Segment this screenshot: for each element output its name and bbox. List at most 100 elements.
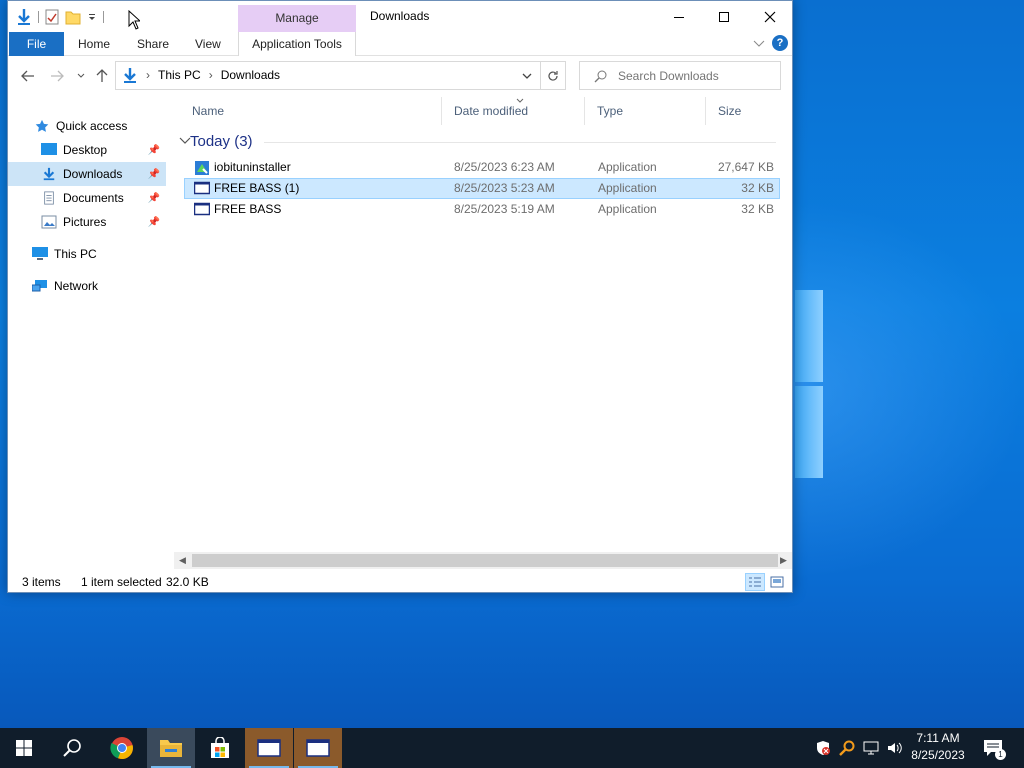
manage-tab[interactable]: Manage (238, 5, 356, 32)
sidebar-item-quick-access[interactable]: Quick access (8, 114, 166, 138)
sidebar-item-desktop[interactable]: Desktop 📌 (8, 138, 166, 162)
ribbon-tabs: File Home Share View Application Tools ? (8, 32, 792, 56)
up-button[interactable] (92, 66, 112, 86)
properties-icon[interactable] (45, 9, 59, 25)
installer-app-icon (195, 161, 209, 175)
mouse-cursor-icon (128, 10, 140, 30)
customize-toolbar-chevron-icon[interactable] (87, 12, 97, 22)
file-type: Application (598, 202, 657, 216)
pin-icon[interactable]: 📌 (148, 217, 160, 228)
details-view-button[interactable] (745, 573, 765, 591)
search-taskbar-button[interactable] (48, 728, 96, 768)
magnifier-icon (839, 740, 855, 756)
pin-icon[interactable]: 📌 (148, 169, 160, 180)
store-taskbar-button[interactable] (196, 728, 244, 768)
search-tray-button[interactable] (836, 728, 858, 768)
desktop-windows-logo (795, 290, 823, 480)
address-dropdown-chevron-icon[interactable] (522, 73, 532, 80)
breadcrumb-downloads[interactable]: Downloads (221, 62, 280, 89)
sidebar-item-label: Quick access (56, 119, 128, 133)
title-bar: Manage Downloads (8, 1, 792, 32)
file-date-modified: 8/25/2023 5:23 AM (454, 181, 555, 195)
app-window-taskbar-button-1[interactable] (245, 728, 293, 768)
sidebar-item-label: Documents (63, 191, 124, 205)
scroll-right-icon[interactable]: ▶ (775, 552, 792, 569)
chrome-taskbar-button[interactable] (98, 728, 146, 768)
refresh-icon (548, 70, 558, 81)
file-explorer-taskbar-button[interactable] (147, 728, 195, 768)
breadcrumb-separator-icon[interactable]: › (146, 62, 150, 89)
horizontal-scrollbar[interactable]: ◀ ▶ (174, 552, 792, 569)
sidebar-item-label: Pictures (63, 215, 107, 229)
tab-file[interactable]: File (9, 32, 64, 56)
tab-view[interactable]: View (195, 32, 221, 56)
file-row-free-bass[interactable]: FREE BASS 8/25/2023 5:19 AM Application … (184, 199, 780, 220)
scrollbar-thumb[interactable] (192, 554, 778, 567)
action-center-button[interactable]: 1 (980, 728, 1006, 768)
selection-count: 1 item selected (81, 575, 162, 589)
file-date-modified: 8/25/2023 5:19 AM (454, 202, 555, 216)
clock[interactable]: 7:11 AM 8/25/2023 (900, 730, 976, 766)
sidebar-item-documents[interactable]: Documents 📌 (8, 186, 166, 210)
refresh-button[interactable] (541, 61, 566, 90)
close-icon (764, 11, 776, 22)
maximize-button[interactable] (701, 1, 747, 32)
file-name: FREE BASS (1) (214, 181, 300, 195)
tab-share[interactable]: Share (137, 32, 169, 56)
column-header-date-modified[interactable]: Date modified (442, 97, 584, 125)
minimize-button[interactable] (656, 1, 702, 32)
file-row-iobituninstaller[interactable]: iobituninstaller 8/25/2023 6:23 AM Appli… (184, 157, 780, 178)
column-header-name[interactable]: Name (180, 97, 440, 125)
file-row-free-bass-1[interactable]: FREE BASS (1) 8/25/2023 5:23 AM Applicat… (184, 178, 780, 199)
details-view-icon (749, 577, 761, 587)
group-header-today[interactable]: Today (3) (190, 133, 253, 150)
back-button[interactable] (18, 66, 38, 86)
chrome-icon (110, 737, 133, 760)
column-header-size[interactable]: Size (706, 97, 786, 125)
tab-home[interactable]: Home (78, 32, 110, 56)
scroll-left-icon[interactable]: ◀ (174, 552, 191, 569)
network-tray-button[interactable] (860, 728, 882, 768)
application-window-icon (257, 739, 281, 757)
sidebar-item-downloads[interactable]: Downloads 📌 (8, 162, 166, 186)
expand-ribbon-chevron-icon[interactable] (753, 40, 765, 48)
new-folder-icon[interactable] (65, 9, 81, 25)
address-bar[interactable]: › This PC › Downloads (115, 61, 541, 90)
item-count: 3 items (22, 575, 61, 589)
search-input[interactable] (618, 67, 773, 84)
desktop-icon (41, 143, 57, 155)
network-icon (32, 280, 47, 292)
app-window-taskbar-button-2[interactable] (294, 728, 342, 768)
pin-icon[interactable]: 📌 (148, 145, 160, 156)
large-icons-view-button[interactable] (767, 573, 787, 591)
help-icon[interactable]: ? (772, 35, 788, 51)
pin-icon[interactable]: 📌 (148, 193, 160, 204)
breadcrumb-this-pc[interactable]: This PC (158, 62, 201, 89)
file-size: 32 KB (741, 181, 774, 195)
maximize-icon (719, 11, 729, 22)
column-header-type[interactable]: Type (585, 97, 705, 125)
tab-application-tools[interactable]: Application Tools (238, 32, 356, 56)
recent-locations-button[interactable] (71, 66, 91, 86)
file-type: Application (598, 160, 657, 174)
sidebar-item-label: Network (54, 279, 99, 293)
security-tray-button[interactable] (812, 728, 834, 768)
toolbar-separator (103, 11, 104, 23)
download-arrow-icon[interactable] (16, 8, 32, 26)
windows-logo-icon (16, 740, 32, 756)
back-arrow-icon (21, 70, 34, 82)
sidebar-item-pictures[interactable]: Pictures 📌 (8, 210, 166, 234)
sidebar-item-network[interactable]: Network (8, 274, 166, 298)
application-window-icon (194, 202, 210, 216)
security-shield-icon (817, 741, 830, 755)
sidebar-item-label: Desktop (63, 143, 108, 157)
forward-arrow-icon (51, 70, 64, 82)
search-box[interactable] (579, 61, 781, 90)
close-button[interactable] (747, 1, 793, 32)
breadcrumb-separator-icon[interactable]: › (209, 62, 213, 89)
forward-button[interactable] (47, 66, 67, 86)
sidebar-item-this-pc[interactable]: This PC (8, 242, 166, 266)
start-button[interactable] (0, 728, 48, 768)
navigation-bar: › This PC › Downloads (8, 57, 792, 95)
taskbar: 7:11 AM 8/25/2023 1 (0, 728, 1024, 768)
